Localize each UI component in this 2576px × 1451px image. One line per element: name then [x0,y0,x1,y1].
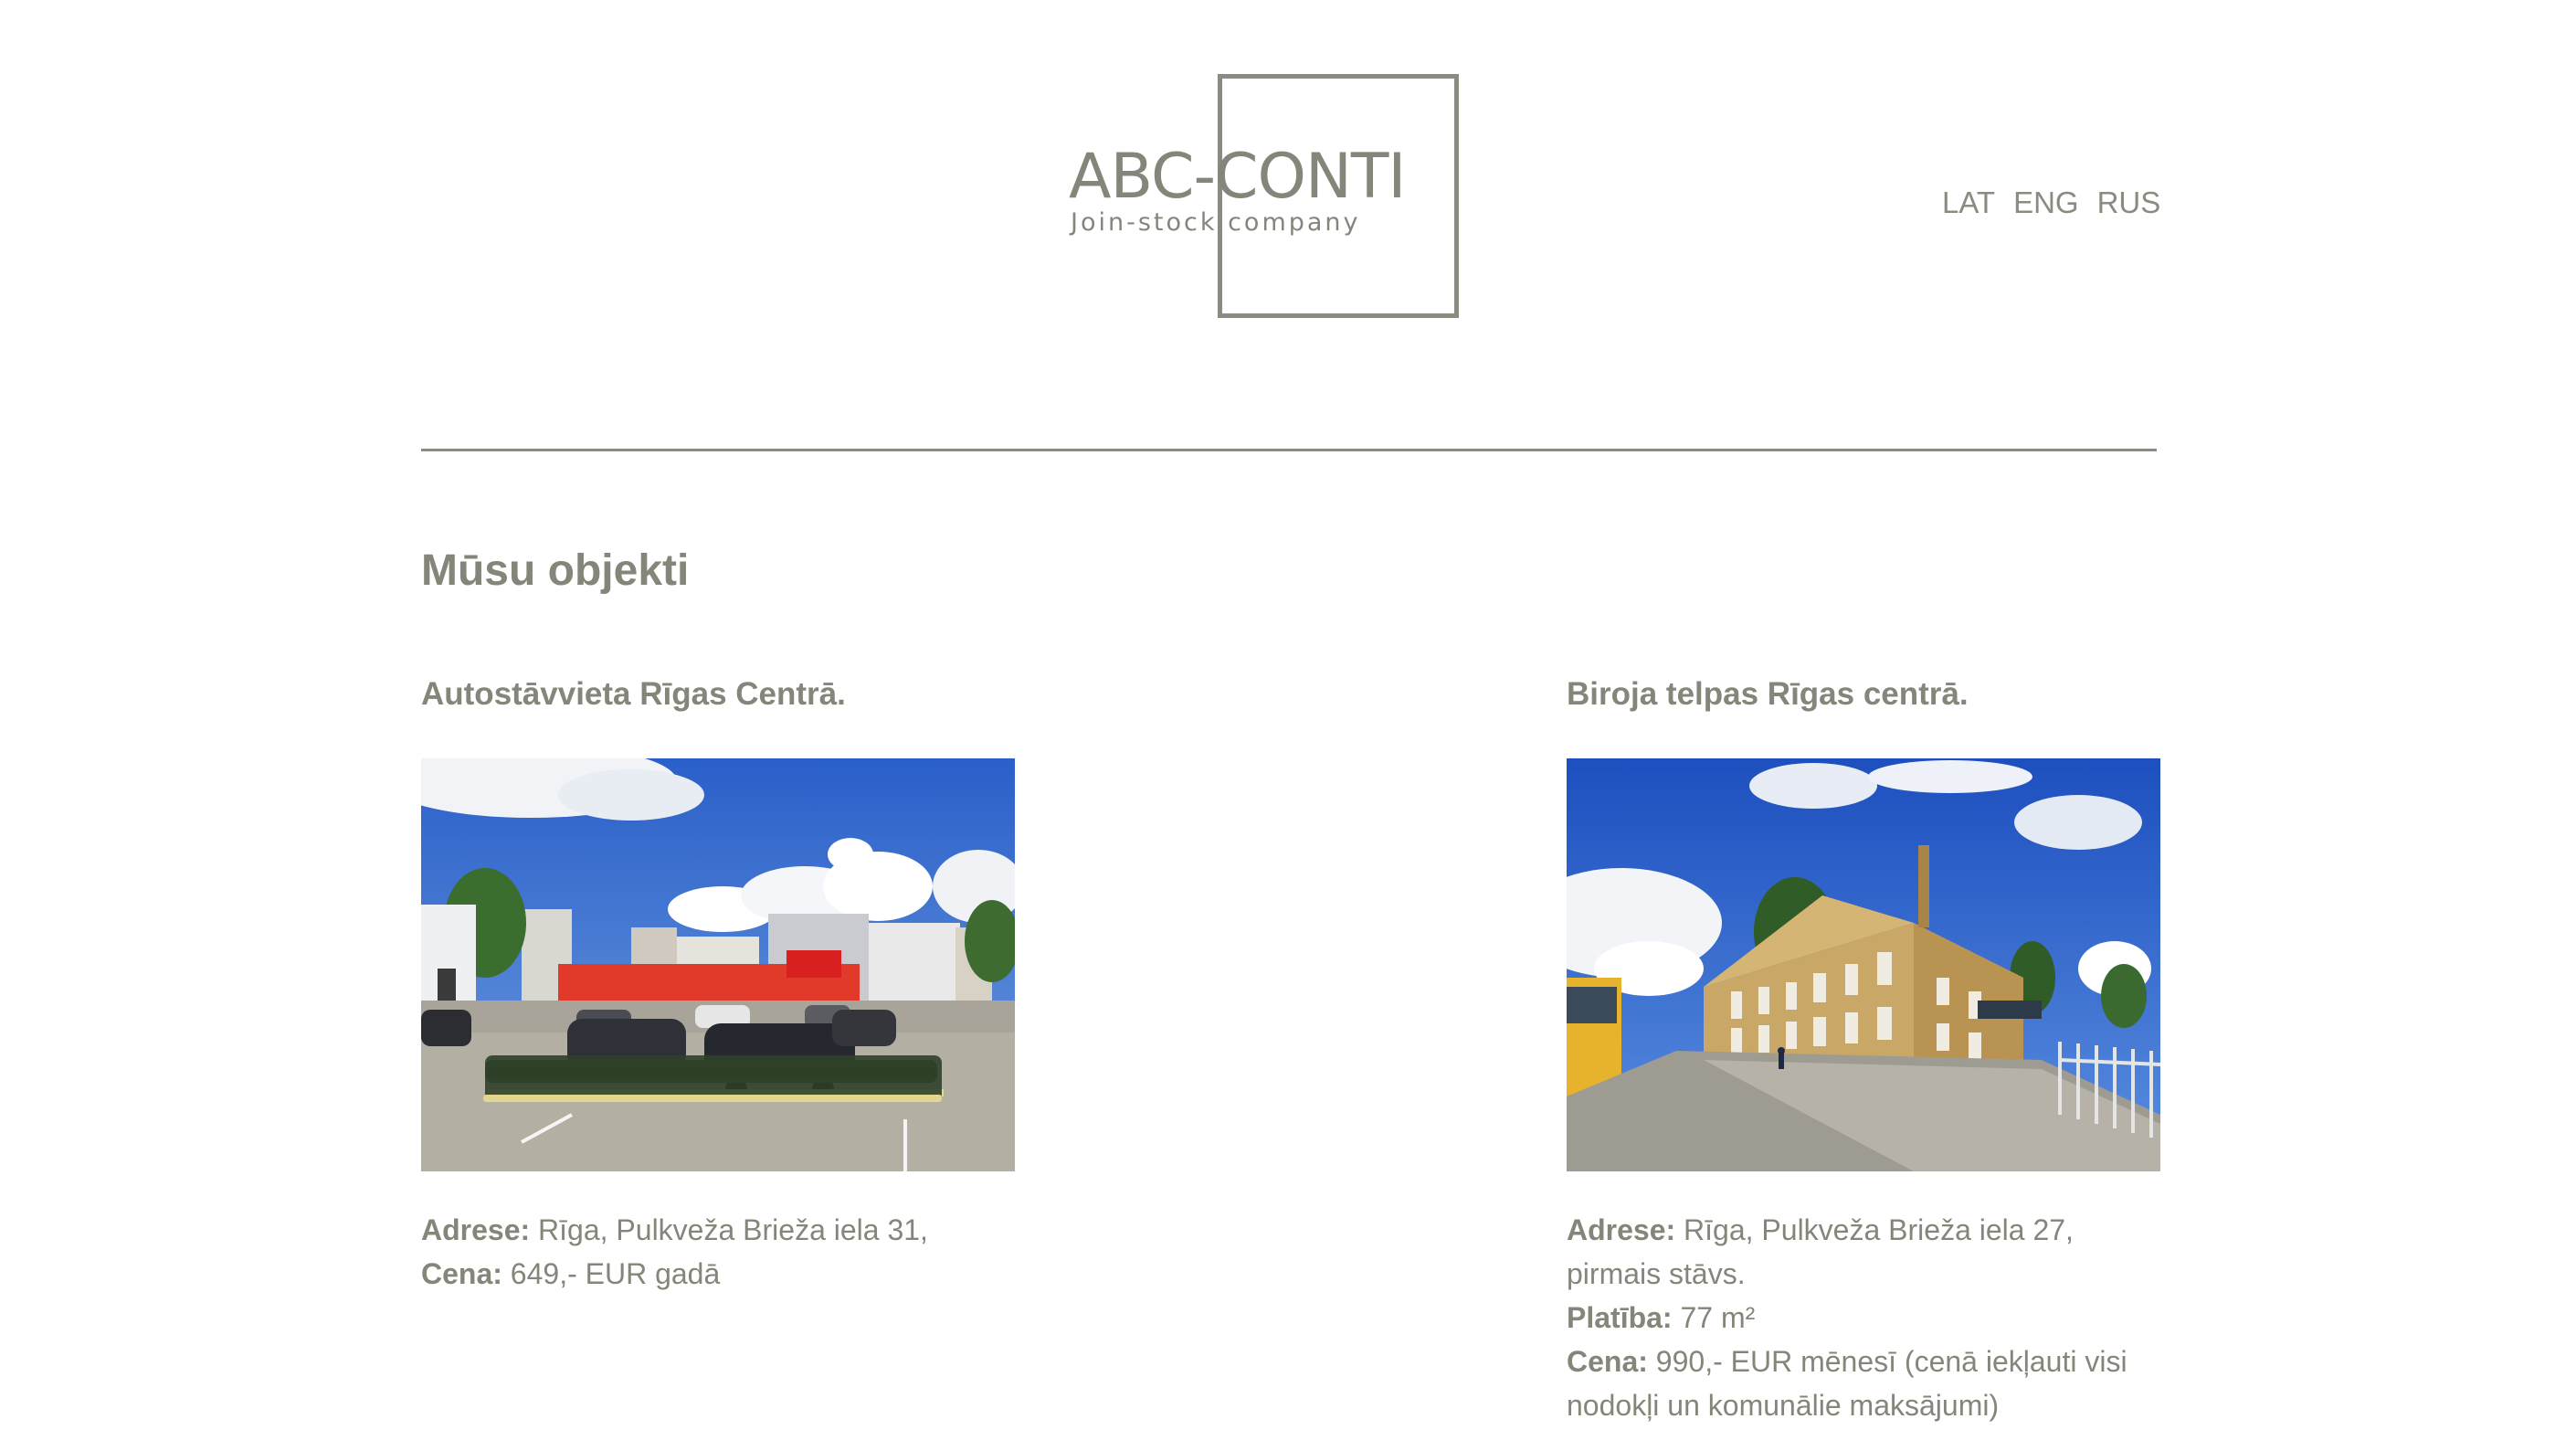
page-title: Mūsu objekti [421,546,690,595]
language-switcher: LAT ENG RUS [1942,185,2160,220]
logo-name: ABC-CONTI [1069,141,1406,213]
language-link-eng[interactable]: ENG [2013,185,2079,220]
price-line: Cena: 649,- EUR gadā [421,1252,987,1296]
address-label: Adrese: [1567,1213,1676,1246]
area-line: Platība: 77 m² [1567,1296,2133,1340]
price-line: Cena: 990,- EUR mēnesī (cenā iekļauti vi… [1567,1340,2133,1427]
property-title: Autostāvvieta Rīgas Centrā. [421,676,846,712]
address-line: Adrese: Rīga, Pulkveža Brieža iela 27, p… [1567,1208,2133,1296]
property-card-parking: Autostāvvieta Rīgas Centrā. Adrese: Rīga… [421,676,1015,1290]
property-title: Biroja telpas Rīgas centrā. [1567,676,1969,712]
area-label: Platība: [1567,1301,1673,1334]
logo-tagline: Join-stock company [1071,208,1361,237]
price-label: Cena: [421,1257,502,1290]
company-logo[interactable]: ABC-CONTI Join-stock company [1069,73,1471,329]
language-link-lat[interactable]: LAT [1942,185,1995,220]
address-value: Rīga, Pulkveža Brieža iela 31, [538,1213,928,1246]
property-card-office: Biroja telpas Rīgas centrā. Adrese: Rīga… [1567,676,2160,1422]
header-divider [421,449,2157,451]
price-value: 649,- EUR gadā [510,1257,721,1290]
parking-lot-photo[interactable] [421,758,1015,1171]
address-line: Adrese: Rīga, Pulkveža Brieža iela 31, [421,1208,987,1252]
price-label: Cena: [1567,1345,1648,1378]
property-details: Adrese: Rīga, Pulkveža Brieža iela 27, p… [1567,1208,2133,1427]
office-building-photo[interactable] [1567,758,2160,1171]
address-label: Adrese: [421,1213,531,1246]
language-link-rus[interactable]: RUS [2097,185,2161,220]
area-value: 77 m² [1680,1301,1756,1334]
price-value: 990,- EUR mēnesī (cenā iekļauti visi nod… [1567,1345,2127,1422]
property-details: Adrese: Rīga, Pulkveža Brieža iela 31, C… [421,1208,987,1296]
